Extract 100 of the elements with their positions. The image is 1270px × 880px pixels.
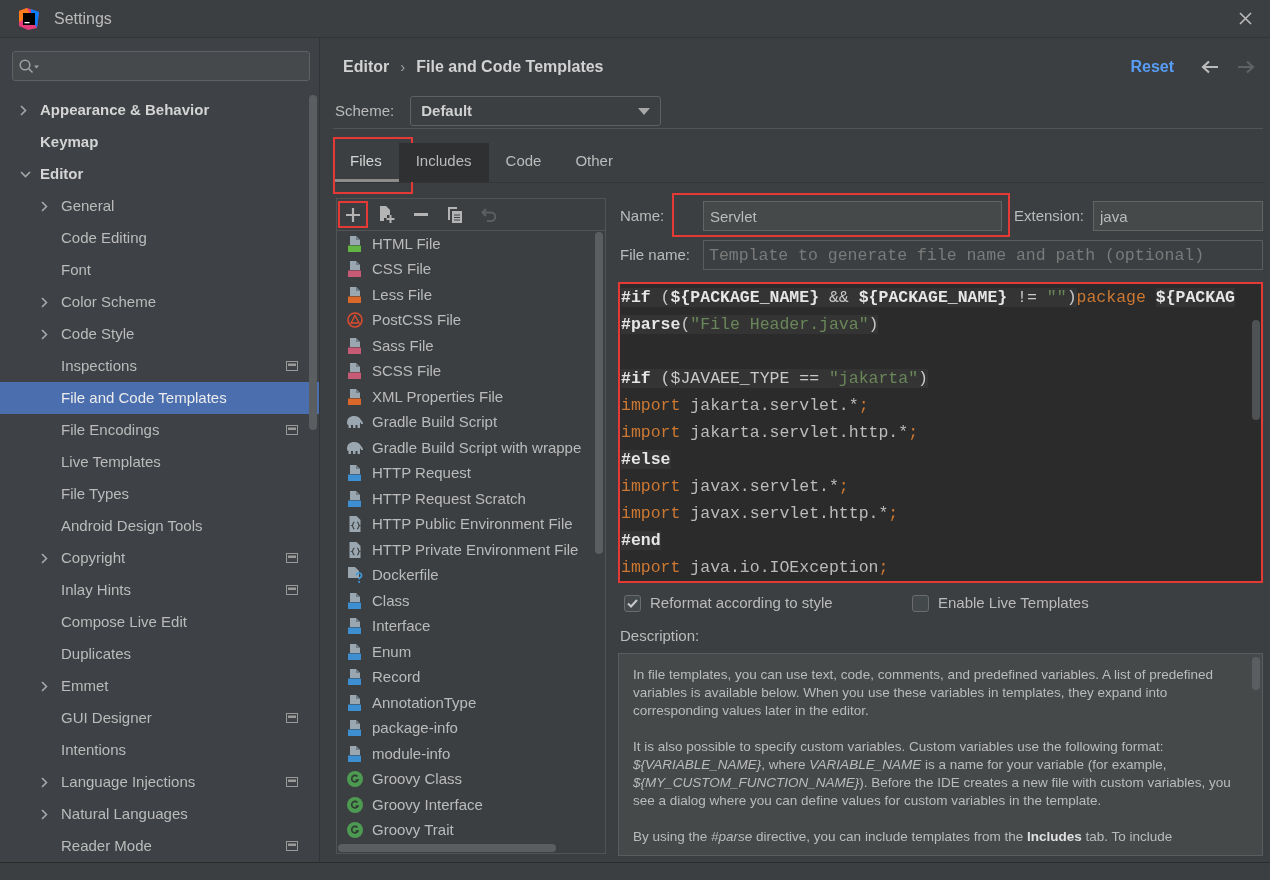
template-item[interactable]: XML Properties File [337, 384, 605, 410]
check-icon [627, 598, 638, 608]
file-icon [347, 261, 363, 278]
file-icon [347, 643, 363, 660]
description-text: It is also possible to specify custom variables. Custom variables use the following format: ${VARIABLE_NAME}, where VARIABLE_NAME is a name for your variable (for example, ${MY_CUSTOM_FUNCTION_NAME}). Before the IDE creates a new file with custom variables, you see a dialog where you can define values for custom variables in the template. [633, 738, 1232, 810]
code-line: #if ($JAVAEE_TYPE == "jakarta") [620, 368, 928, 390]
tree-item[interactable]: Font [0, 254, 319, 286]
minus-icon [414, 213, 428, 216]
template-item[interactable]: Gradle Build Script [337, 409, 605, 435]
template-item[interactable]: HTTP Request Scratch [337, 486, 605, 512]
arrow-right-icon [1237, 60, 1255, 74]
tree-item[interactable]: Keymap [0, 126, 319, 158]
file-icon [347, 745, 363, 762]
code-line: import jakarta.servlet.http.*; [620, 422, 919, 444]
tab[interactable]: Other [558, 143, 630, 182]
template-item[interactable]: Enum [337, 639, 605, 665]
tree-item[interactable]: Code Editing [0, 222, 319, 254]
tree-item[interactable]: Inlay Hints [0, 574, 319, 606]
search-field[interactable] [12, 51, 310, 81]
file-icon [347, 286, 363, 303]
file-braces-icon [348, 541, 362, 558]
tree-item[interactable]: Compose Live Edit [0, 606, 319, 638]
template-item[interactable]: Record [337, 664, 605, 690]
breadcrumb-separator: › [400, 56, 406, 77]
tab[interactable]: Includes [398, 143, 489, 182]
template-item[interactable]: SCSS File [337, 358, 605, 384]
template-item[interactable]: Sass File [337, 333, 605, 359]
tree-item[interactable]: Inspections [0, 350, 319, 382]
template-item[interactable]: package-info [337, 715, 605, 741]
chevron-right-icon[interactable] [41, 776, 48, 788]
scrollbar-thumb[interactable] [595, 232, 603, 554]
code-editor[interactable] [618, 282, 1263, 583]
template-item[interactable]: HTTP Private Environment File [337, 537, 605, 563]
template-item[interactable]: HTTP Request [337, 460, 605, 486]
tree-item[interactable]: Android Design Tools [0, 510, 319, 542]
tree-item[interactable]: Live Templates [0, 446, 319, 478]
chevron-right-icon[interactable] [41, 808, 48, 820]
template-item[interactable]: AnnotationType [337, 690, 605, 716]
tree-item[interactable]: Reader Mode [0, 830, 319, 862]
tree-item[interactable]: File Types [0, 478, 319, 510]
tree-item[interactable]: File and Code Templates [0, 382, 319, 414]
scheme-dropdown[interactable]: Default [410, 96, 662, 126]
code-line: import javax.servlet.http.*; [620, 503, 899, 525]
template-item[interactable]: Groovy Interface [337, 792, 605, 818]
window-title: Settings [54, 8, 112, 29]
template-item[interactable]: Groovy Trait [337, 817, 605, 843]
tab[interactable]: Code [488, 143, 559, 182]
plus-icon [346, 207, 360, 222]
breadcrumb-item: Editor [343, 57, 390, 77]
template-item[interactable]: Dockerfile [337, 562, 605, 588]
checkbox[interactable] [624, 594, 641, 612]
scrollbar-thumb[interactable] [309, 95, 317, 430]
arrow-left-icon [1201, 60, 1219, 74]
extension-field[interactable]: java [1093, 201, 1263, 231]
chevron-right-icon[interactable] [41, 328, 48, 340]
template-item[interactable]: PostCSS File [337, 307, 605, 333]
tree-item[interactable]: GUI Designer [0, 702, 319, 734]
chevron-right-icon[interactable] [41, 680, 48, 692]
file-name-field[interactable]: Template to generate file name and path (optional) [703, 240, 1263, 270]
tree-item[interactable]: Emmet [0, 670, 319, 702]
code-line: import javax.servlet.*; [620, 476, 849, 498]
tree-item[interactable]: Intentions [0, 734, 319, 766]
search-icon [19, 58, 39, 74]
tree-item[interactable]: Natural Languages [0, 798, 319, 830]
template-item[interactable]: CSS File [337, 256, 605, 282]
chevron-right-icon[interactable] [41, 296, 48, 308]
template-item[interactable]: Groovy Class [337, 766, 605, 792]
tree-item[interactable]: Code Style [0, 318, 319, 350]
breadcrumb-item: File and Code Templates [416, 57, 604, 77]
chevron-right-icon[interactable] [41, 552, 48, 564]
tree-item[interactable]: Editor [0, 158, 319, 190]
chevron-down-icon[interactable] [20, 170, 31, 178]
tree-item[interactable]: Appearance & Behavior [0, 94, 319, 126]
chevron-right-icon[interactable] [20, 104, 27, 116]
reset-link[interactable]: Reset [1130, 55, 1174, 79]
add-button[interactable] [338, 201, 368, 228]
template-item[interactable]: HTTP Public Environment File [337, 511, 605, 537]
checkbox-label[interactable]: Enable Live Templates [938, 591, 1089, 615]
tree-item[interactable]: Color Scheme [0, 286, 319, 318]
description-label: Description: [619, 627, 701, 645]
template-item[interactable]: module-info [337, 741, 605, 767]
template-item[interactable]: Interface [337, 613, 605, 639]
tree-item[interactable]: General [0, 190, 319, 222]
template-item[interactable]: Less File [337, 282, 605, 308]
template-item[interactable]: Class [337, 588, 605, 614]
checkbox-label[interactable]: Reformat according to style [650, 591, 833, 615]
disc-icon [347, 822, 363, 839]
tree-item[interactable]: Language Injections [0, 766, 319, 798]
code-line: import java.io.IOException; [620, 557, 889, 579]
checkbox[interactable] [912, 594, 929, 612]
tree-item[interactable]: Copyright [0, 542, 319, 574]
scheme-label: Scheme: [335, 100, 395, 121]
template-item[interactable]: HTML File [337, 231, 605, 257]
template-item[interactable]: Gradle Build Script with wrappe [337, 435, 605, 461]
name-field[interactable]: Servlet [703, 201, 1002, 231]
chevron-right-icon[interactable] [41, 200, 48, 212]
scrollbar-thumb[interactable] [1252, 320, 1260, 420]
tree-item[interactable]: Duplicates [0, 638, 319, 670]
scrollbar-thumb[interactable] [338, 844, 556, 852]
tree-item[interactable]: File Encodings [0, 414, 319, 446]
